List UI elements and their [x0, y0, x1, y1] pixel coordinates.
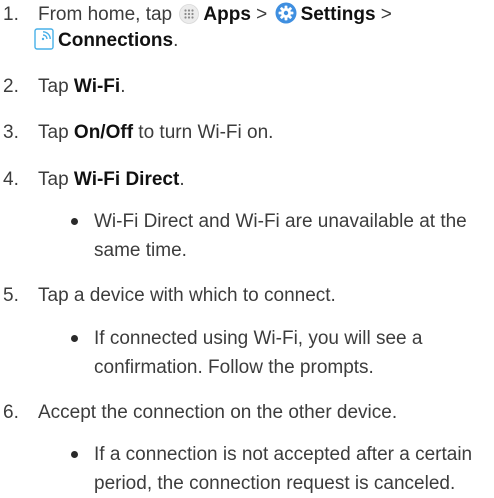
- step-lead-text: Tap: [38, 122, 69, 143]
- settings-gear-icon: [275, 2, 297, 24]
- step-text: From home, tap Apps > Settings >: [38, 2, 488, 28]
- instructions-page: 1. From home, tap Apps > Settings > Conn…: [0, 0, 494, 497]
- apps-label: Apps: [203, 4, 251, 25]
- step-number: 1.: [3, 4, 19, 25]
- step-text: Accept the connection on the other devic…: [38, 402, 398, 423]
- step-text: Tap On/Off to turn Wi-Fi on.: [38, 120, 488, 146]
- breadcrumb-separator: >: [380, 4, 392, 25]
- step-lead-text: Tap: [38, 169, 69, 190]
- bullet-dot: [71, 451, 78, 458]
- bullet-dot: [71, 335, 78, 342]
- step-number: 5.: [3, 285, 19, 306]
- step-text: Tap Wi-Fi.: [38, 74, 488, 100]
- settings-label: Settings: [300, 4, 376, 25]
- step-end-text: .: [173, 30, 179, 51]
- wifi-label: Wi-Fi: [73, 76, 121, 97]
- step-number: 4.: [3, 169, 19, 190]
- step-number: 2.: [3, 76, 19, 97]
- step-text-line-2: Connections.: [34, 28, 484, 54]
- step-number: 3.: [3, 122, 19, 143]
- on-off-label: On/Off: [73, 122, 134, 143]
- bullet-text: If a connection is not accepted after a …: [94, 444, 473, 494]
- connections-label: Connections: [58, 30, 174, 51]
- step-end-text: to turn Wi-Fi on.: [133, 122, 274, 143]
- step-lead-text: Tap: [38, 76, 69, 97]
- step-number: 6.: [3, 402, 19, 423]
- step-text: Tap a device with which to connect.: [38, 285, 336, 306]
- connections-icon: [34, 28, 54, 50]
- wifi-direct-label: Wi-Fi Direct: [73, 169, 180, 190]
- breadcrumb-separator: >: [256, 4, 268, 25]
- bullet-dot: [71, 218, 78, 225]
- step-lead-text: From home, tap: [38, 4, 173, 25]
- step-text: Tap Wi-Fi Direct.: [38, 167, 488, 193]
- bullet-text: Wi-Fi Direct and Wi-Fi are unavailable a…: [94, 211, 467, 261]
- bullet-text: If connected using Wi-Fi, you will see a…: [94, 328, 423, 378]
- step-end-text: .: [120, 76, 126, 97]
- apps-grid-icon: [179, 4, 200, 24]
- step-end-text: .: [179, 169, 185, 190]
